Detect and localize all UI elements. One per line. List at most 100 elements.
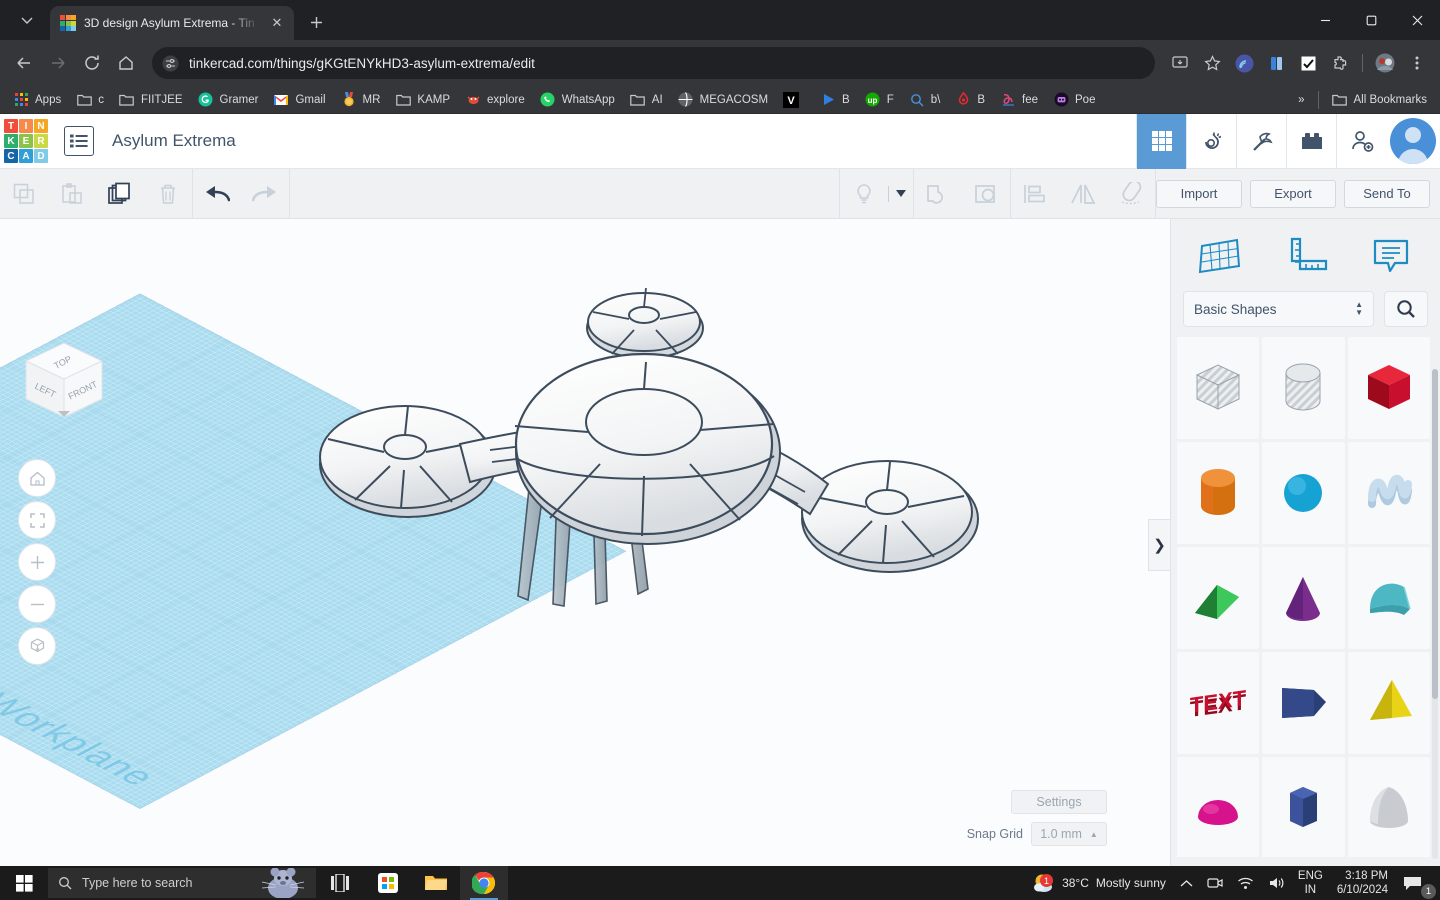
lightbulb-button[interactable]: [840, 169, 888, 219]
import-button[interactable]: Import: [1156, 179, 1242, 208]
maximize-button[interactable]: [1348, 0, 1394, 40]
bookmark-c[interactable]: c: [69, 89, 111, 111]
delete-button[interactable]: [144, 169, 192, 219]
send-to-button[interactable]: Send To: [1344, 179, 1430, 208]
bookmark-fiitjee[interactable]: FIITJEE: [112, 89, 190, 111]
ungroup-button[interactable]: [962, 169, 1010, 219]
fit-to-view-button[interactable]: [18, 501, 56, 539]
shape-half-sphere[interactable]: [1177, 757, 1260, 857]
extension-checkmark-icon[interactable]: [1293, 48, 1323, 78]
bookmark-explore[interactable]: explore: [458, 89, 532, 111]
bookmark-b-play[interactable]: B: [813, 89, 857, 111]
clock[interactable]: 3:18 PM 6/10/2024: [1329, 869, 1396, 897]
close-icon[interactable]: ✕: [268, 14, 286, 32]
bookmark-whatsapp[interactable]: WhatsApp: [533, 89, 622, 111]
settings-button[interactable]: Settings: [1011, 790, 1107, 814]
project-panel-button[interactable]: [64, 126, 94, 156]
tinkercad-logo[interactable]: T I N K E R C A D: [4, 119, 48, 163]
volume-icon[interactable]: [1261, 866, 1292, 900]
shape-sphere[interactable]: [1262, 442, 1345, 544]
snap-grid-dropdown[interactable]: 1.0 mm ▲: [1031, 822, 1107, 846]
profile-avatar-icon[interactable]: [1370, 48, 1400, 78]
shape-paraboloid[interactable]: [1347, 757, 1430, 857]
bookmarks-overflow-button[interactable]: »: [1291, 91, 1311, 109]
file-explorer-button[interactable]: [412, 866, 460, 900]
duplicate-button[interactable]: [96, 169, 144, 219]
circuits-icon[interactable]: [1186, 114, 1236, 169]
task-view-button[interactable]: [316, 866, 364, 900]
home-button[interactable]: [110, 47, 142, 79]
undo-button[interactable]: [193, 169, 241, 219]
collapse-panel-button[interactable]: ❯: [1148, 519, 1170, 571]
action-center-icon[interactable]: 1: [1396, 866, 1436, 900]
tab-search-button[interactable]: [4, 3, 50, 37]
page-title[interactable]: Asylum Extrema: [112, 131, 236, 151]
copy-button[interactable]: [0, 169, 48, 219]
weather-widget[interactable]: 1 38°C Mostly sunny: [1024, 866, 1173, 900]
mirror-button[interactable]: [1059, 169, 1107, 219]
shape-polygon-box[interactable]: [1262, 652, 1345, 754]
workplane-icon[interactable]: [1177, 236, 1263, 276]
address-bar[interactable]: tinkercad.com/things/gKGtENYkHD3-asylum-…: [152, 47, 1155, 79]
shapes-scrollbar[interactable]: [1432, 369, 1438, 859]
shape-category-select[interactable]: Basic Shapes ▲ ▼: [1183, 291, 1374, 327]
lego-brick-icon[interactable]: [1286, 114, 1336, 169]
user-avatar[interactable]: [1390, 118, 1436, 164]
perspective-toggle-button[interactable]: [18, 627, 56, 665]
extension-sonar-icon[interactable]: [1229, 48, 1259, 78]
shape-hexagonal-prism[interactable]: [1262, 757, 1345, 857]
bookmark-gmail[interactable]: Gmail: [266, 89, 332, 111]
bookmark-kamp[interactable]: KAMP: [388, 89, 457, 111]
bookmark-megacosm[interactable]: MEGACOSM: [671, 89, 775, 111]
bookmark-fee[interactable]: fee: [993, 89, 1045, 111]
bookmark-b-search[interactable]: b\: [902, 89, 948, 111]
group-button[interactable]: [914, 169, 962, 219]
windows-start-button[interactable]: [0, 866, 48, 900]
back-button[interactable]: [8, 47, 40, 79]
invite-people-icon[interactable]: [1336, 114, 1386, 169]
show-hidden-icons-chevron[interactable]: [1173, 866, 1200, 900]
close-window-button[interactable]: [1394, 0, 1440, 40]
browser-tab[interactable]: 3D design Asylum Extrema - Tin ✕: [50, 6, 294, 40]
zoom-in-button[interactable]: [18, 543, 56, 581]
redo-button[interactable]: [241, 169, 289, 219]
shape-scribble[interactable]: [1347, 442, 1430, 544]
new-tab-button[interactable]: [302, 8, 330, 36]
extension-books-icon[interactable]: [1261, 48, 1291, 78]
ruler-icon[interactable]: [1263, 236, 1349, 276]
language-indicator[interactable]: ENG IN: [1292, 869, 1329, 897]
shape-box[interactable]: [1347, 337, 1430, 439]
shape-search-button[interactable]: [1384, 291, 1428, 327]
zoom-out-button[interactable]: [18, 585, 56, 623]
bookmark-apps[interactable]: Apps: [6, 89, 68, 111]
3d-viewport[interactable]: Workplane TOP LEFT FRONT Settings Snap G…: [0, 219, 1170, 866]
home-view-button[interactable]: [18, 459, 56, 497]
shape-box-hole[interactable]: [1177, 337, 1260, 439]
chrome-menu-icon[interactable]: [1402, 48, 1432, 78]
shape-wedge[interactable]: [1177, 547, 1260, 649]
bookmark-b-red[interactable]: B: [948, 89, 992, 111]
minimize-button[interactable]: [1302, 0, 1348, 40]
site-settings-icon[interactable]: [162, 55, 179, 72]
bookmark-ai[interactable]: AI: [623, 89, 670, 111]
paste-button[interactable]: [48, 169, 96, 219]
export-button[interactable]: Export: [1250, 179, 1336, 208]
bookmark-f-upwork[interactable]: up F: [858, 89, 901, 111]
bookmark-gramer[interactable]: Gramer: [191, 89, 266, 111]
wifi-icon[interactable]: [1230, 866, 1261, 900]
forward-button[interactable]: [42, 47, 74, 79]
3d-model-asylum-extrema[interactable]: [300, 274, 1000, 694]
shape-roof[interactable]: [1347, 547, 1430, 649]
chevron-down-icon[interactable]: [889, 169, 913, 219]
bookmark-poe[interactable]: Poe: [1046, 89, 1102, 111]
extensions-puzzle-icon[interactable]: [1325, 48, 1355, 78]
notes-icon[interactable]: [1348, 236, 1434, 276]
shape-cylinder-hole[interactable]: [1262, 337, 1345, 439]
shape-cylinder[interactable]: [1177, 442, 1260, 544]
install-app-icon[interactable]: [1165, 48, 1195, 78]
microsoft-store-button[interactable]: [364, 866, 412, 900]
minecraft-pickaxe-icon[interactable]: [1236, 114, 1286, 169]
scrollbar-thumb[interactable]: [1432, 369, 1438, 699]
camera-icon[interactable]: [1200, 866, 1230, 900]
magnet-button[interactable]: [1107, 169, 1155, 219]
